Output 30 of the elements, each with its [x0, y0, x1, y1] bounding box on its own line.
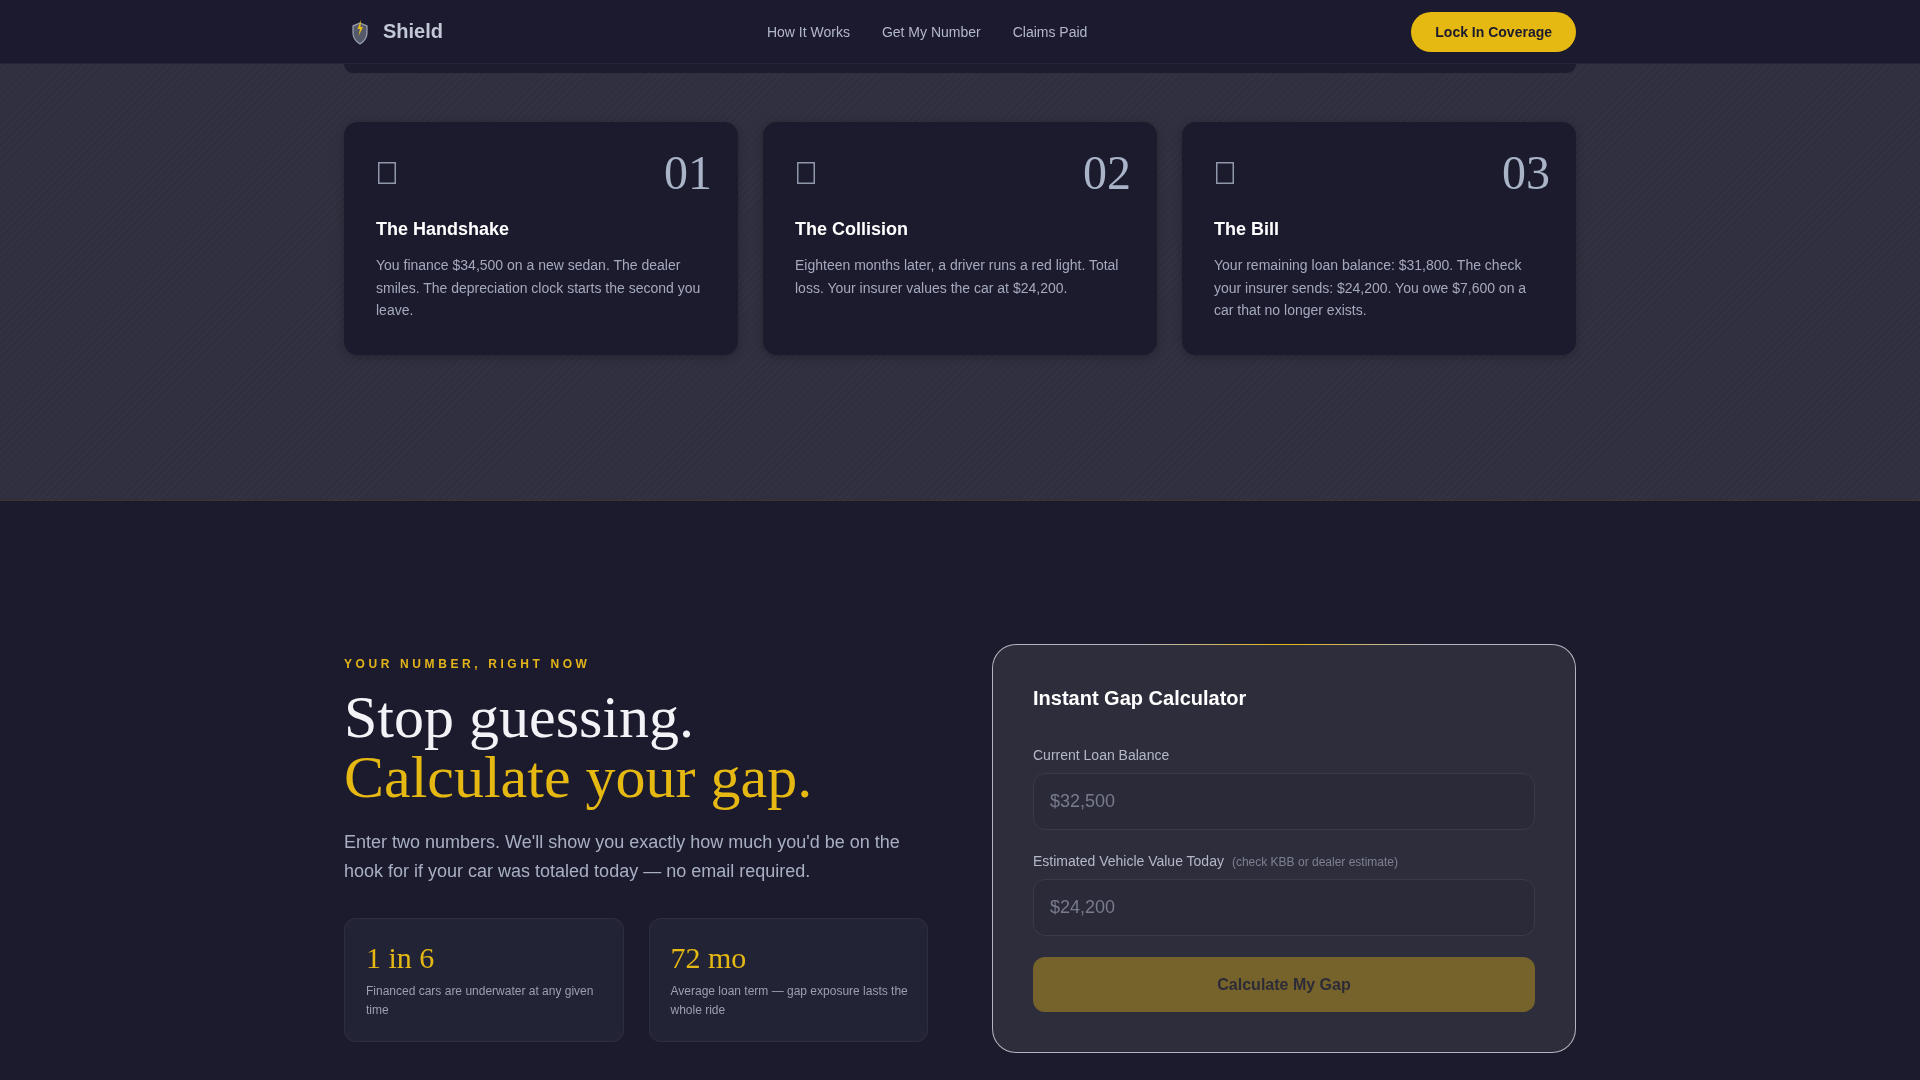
field-label: Current Loan Balance: [1033, 746, 1170, 764]
shield-icon: [351, 18, 369, 45]
brand-name[interactable]: Shield: [383, 20, 443, 43]
field-hint: (check KBB or dealer estimate): [1231, 854, 1398, 870]
stat-caption: Financed cars are underwater at any given time: [366, 982, 595, 1019]
step-number: 03: [1502, 149, 1550, 197]
cta-button[interactable]: Lock In Coverage: [1411, 11, 1576, 52]
step-title: The Collision: [795, 218, 909, 240]
stat-value: 1 in 6: [366, 939, 436, 976]
nav-link[interactable]: Get My Number: [881, 23, 981, 40]
step-number: 02: [1083, 149, 1131, 197]
field-label: Estimated Vehicle Value Today: [1033, 852, 1224, 870]
stat-value: 72 mo: [670, 939, 748, 976]
empty-square-icon: [1216, 162, 1234, 184]
empty-square-icon: [378, 162, 396, 184]
step-title: The Bill: [1214, 218, 1280, 240]
calculator-title: Instant Gap Calculator: [1033, 686, 1248, 711]
step-number: 01: [664, 149, 712, 197]
step-description: Your remaining loan balance: $31,800. The check your insurer sends: $24,200. You owe $7,600 on a car that no longer exists.: [1214, 256, 1528, 320]
nav-link[interactable]: Claims Paid: [1012, 23, 1088, 40]
input-field[interactable]: $32,500: [1033, 773, 1535, 830]
step-description: Eighteen months later, a driver runs a red light. Total loss. Your insurer values the car at $24,200.: [795, 256, 1120, 298]
stat-caption: Average loan term — gap exposure lasts the whole ride: [670, 982, 909, 1019]
input-field[interactable]: $24,200: [1033, 879, 1535, 936]
nav-link[interactable]: How It Works: [766, 23, 850, 40]
eyebrow-text: YOUR NUMBER, RIGHT NOW: [344, 655, 592, 672]
intro-text: Enter two numbers. We'll show you exactly how much you'd be on the hook for if your car was totaled today — no email required.: [344, 830, 901, 883]
empty-square-icon: [797, 162, 815, 184]
step-description: You finance $34,500 on a new sedan. The dealer smiles. The depreciation clock starts the second you leave.: [376, 256, 702, 320]
step-title: The Handshake: [376, 218, 511, 240]
